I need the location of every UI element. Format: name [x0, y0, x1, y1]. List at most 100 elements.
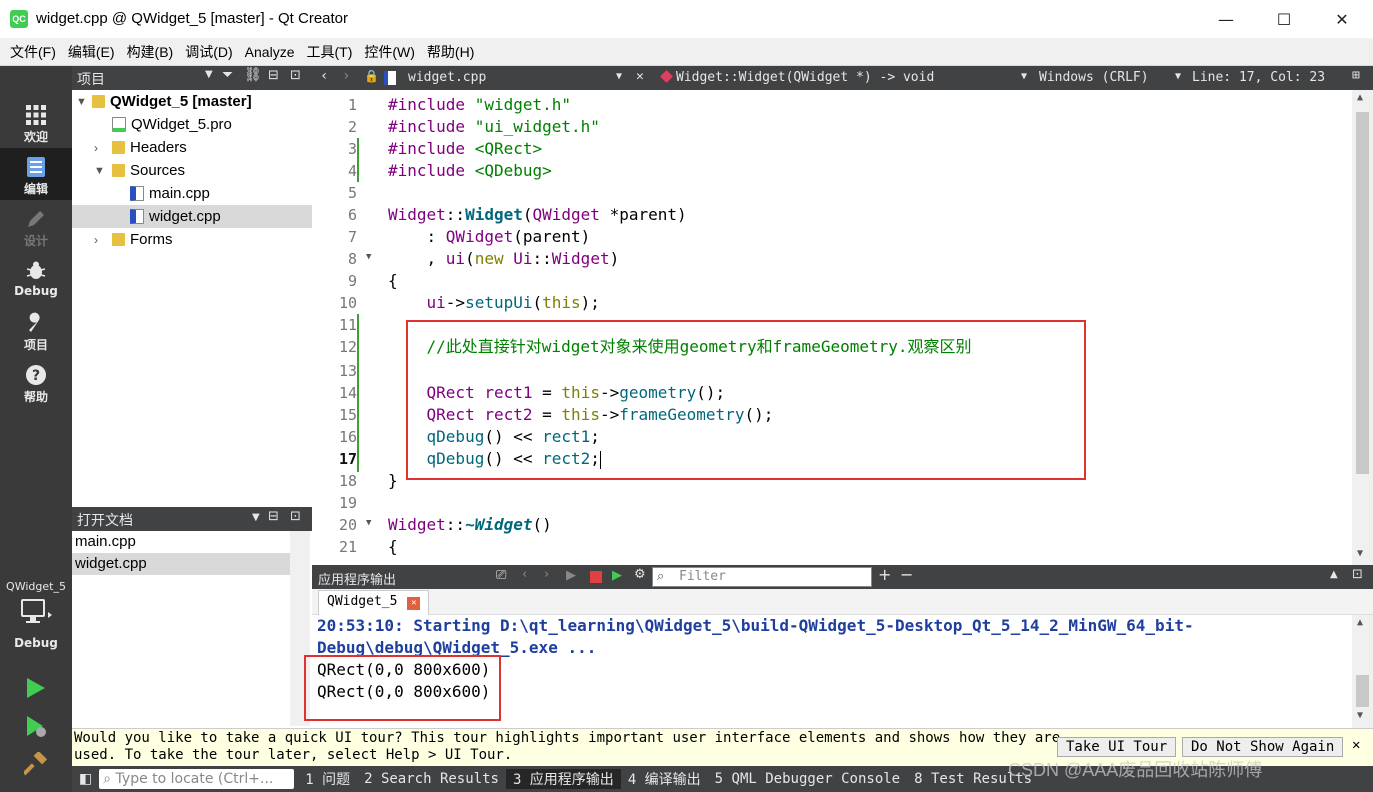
pane-button-application-output[interactable]: 3 应用程序输出 — [505, 769, 621, 789]
split-icon[interactable]: ⊞ — [1352, 68, 1360, 83]
cpp-file-icon — [130, 209, 144, 224]
scroll-down-arrow-icon[interactable]: ▼ — [1357, 710, 1363, 721]
previous-item-icon[interactable]: ‹ — [522, 567, 527, 582]
output-scrollbar[interactable]: ▲ ▼ — [1352, 615, 1373, 728]
menu-analyze[interactable]: Analyze — [239, 44, 301, 60]
settings-gear-icon[interactable]: ⚙ — [634, 567, 646, 582]
fold-arrow-icon[interactable]: ▼ — [366, 518, 371, 528]
collapsed-arrow-icon: › — [94, 232, 98, 247]
pane-button-search-results[interactable]: 2 Search Results — [357, 771, 506, 787]
menu-debug[interactable]: 调试(D) — [179, 42, 238, 62]
view-chooser-arrow-icon[interactable]: ▼ — [252, 512, 260, 523]
mode-projects[interactable]: 项目 — [0, 304, 72, 356]
do-not-show-again-button[interactable]: Do Not Show Again — [1182, 737, 1344, 757]
split-icon[interactable]: ⊟ — [268, 68, 279, 83]
wrench-icon — [29, 312, 40, 332]
current-file-name[interactable]: widget.cpp — [408, 70, 486, 85]
output-tab[interactable]: QWidget_5 ✕ — [318, 590, 430, 615]
line-number: 5 — [347, 184, 357, 202]
tree-item-widget-cpp[interactable]: widget.cpp — [72, 205, 312, 228]
open-document-item[interactable]: widget.cpp — [72, 553, 290, 575]
pane-button-issues[interactable]: 1 问题 — [298, 769, 357, 789]
menu-tools[interactable]: 工具(T) — [300, 42, 358, 62]
mode-selector: 欢迎 编辑 设计 Debug 项目 ? 帮助 QWidget_5 Debug — [0, 66, 72, 792]
tree-item-label: Headers — [130, 139, 187, 156]
run-button[interactable] — [24, 676, 48, 700]
locator-input[interactable]: ⌕ Type to locate (Ctrl+... — [99, 769, 295, 789]
menu-edit[interactable]: 编辑(E) — [62, 42, 121, 62]
link-icon[interactable]: ⛓ — [244, 67, 262, 83]
forward-arrow-icon[interactable]: › — [342, 68, 350, 84]
take-ui-tour-button[interactable]: Take UI Tour — [1057, 737, 1177, 757]
attach-debugger-icon[interactable]: ▶ — [612, 568, 622, 583]
close-tab-icon[interactable]: ✕ — [407, 597, 421, 610]
build-button[interactable] — [22, 750, 48, 776]
tree-item-label: widget.cpp — [149, 208, 221, 225]
scroll-down-arrow-icon[interactable]: ▼ — [1357, 548, 1363, 559]
open-document-item[interactable]: main.cpp — [72, 531, 290, 553]
scroll-up-arrow-icon[interactable]: ▲ — [1357, 92, 1363, 103]
tree-item-project[interactable]: ▼ QWidget_5 [master] — [72, 90, 312, 113]
menu-build[interactable]: 构建(B) — [121, 42, 180, 62]
monitor-icon — [21, 599, 52, 623]
editor-scrollbar[interactable]: ▲ ▼ — [1352, 90, 1373, 565]
maximize-pane-icon[interactable]: ▲ — [1330, 569, 1338, 580]
filter-icon[interactable]: ⏷ — [222, 67, 233, 83]
zoom-in-icon[interactable]: + — [878, 565, 891, 584]
mode-debug[interactable]: Debug — [0, 252, 72, 304]
file-dropdown-arrow-icon[interactable]: ▼ — [616, 71, 622, 82]
maximize-button[interactable]: ☐ — [1255, 0, 1313, 38]
mode-design[interactable]: 设计 — [0, 200, 72, 252]
close-button[interactable]: ✕ — [1313, 0, 1371, 38]
mode-help[interactable]: ? 帮助 — [0, 356, 72, 408]
zoom-out-icon[interactable]: − — [900, 565, 913, 584]
close-pane-icon[interactable]: ⊡ — [1352, 567, 1363, 582]
menu-file[interactable]: 文件(F) — [4, 42, 62, 62]
menu-window[interactable]: 控件(W) — [358, 42, 421, 62]
tree-item-sources[interactable]: ▼ Sources — [72, 159, 312, 182]
minimize-button[interactable]: — — [1197, 0, 1255, 38]
projects-panel-header: 项目 ▼ ⏷ ⛓ ⊟ ⊡ — [72, 66, 312, 90]
toggle-sidebar-icon[interactable]: ◧ — [72, 771, 99, 787]
close-pane-icon[interactable]: ⊡ — [290, 509, 301, 524]
line-endings-dropdown-arrow-icon[interactable]: ▼ — [1175, 71, 1181, 82]
stop-icon[interactable] — [590, 571, 602, 583]
mode-welcome[interactable]: 欢迎 — [0, 96, 72, 148]
menu-help[interactable]: 帮助(H) — [421, 42, 480, 62]
close-pane-icon[interactable]: ⊡ — [290, 68, 301, 83]
output-filter-input[interactable]: ⌕ Filter — [652, 567, 872, 587]
kit-selector[interactable] — [18, 598, 54, 626]
pane-button-compile-output[interactable]: 4 编译输出 — [621, 769, 708, 789]
open-documents-list: main.cpp widget.cpp — [72, 531, 312, 728]
pane-button-qml-debugger[interactable]: 5 QML Debugger Console — [708, 771, 907, 787]
code-line: Widget::Widget(QWidget *parent) — [388, 205, 687, 224]
fold-arrow-icon[interactable]: ▼ — [366, 252, 371, 262]
tree-item-headers[interactable]: › Headers — [72, 136, 312, 159]
back-arrow-icon[interactable]: ‹ — [320, 68, 328, 84]
scroll-up-arrow-icon[interactable]: ▲ — [1357, 617, 1363, 628]
close-document-icon[interactable]: ✕ — [636, 69, 644, 84]
view-chooser-arrow-icon[interactable]: ▼ — [205, 69, 213, 80]
application-output[interactable]: 20:53:10: Starting D:\qt_learning\QWidge… — [304, 615, 1373, 728]
split-icon[interactable]: ⊟ — [268, 509, 279, 524]
run-icon — [27, 678, 45, 698]
scrollbar-thumb[interactable] — [1356, 675, 1369, 707]
tree-item-main-cpp[interactable]: main.cpp — [72, 182, 312, 205]
line-number: 3 — [347, 140, 357, 158]
code-editor[interactable]: 1 2 3 4 6 5 7 8 9 10 11 12 13 14 15 16 1… — [312, 90, 1373, 565]
tree-item-forms[interactable]: › Forms — [72, 228, 312, 251]
line-endings[interactable]: Windows (CRLF) — [1039, 70, 1149, 85]
clear-output-icon[interactable]: ⎚ — [496, 568, 506, 583]
cursor-position[interactable]: Line: 17, Col: 23 — [1192, 70, 1325, 85]
current-symbol[interactable]: Widget::Widget(QWidget *) -> void — [676, 70, 934, 85]
tree-item-pro-file[interactable]: QWidget_5.pro — [72, 113, 312, 136]
scrollbar-thumb[interactable] — [1356, 112, 1369, 474]
bug-icon — [26, 261, 46, 279]
close-infobar-icon[interactable]: ✕ — [1352, 737, 1360, 753]
mode-edit[interactable]: 编辑 — [0, 148, 72, 200]
rerun-icon[interactable]: ▶ — [566, 568, 576, 583]
mode-debug-label: Debug — [14, 284, 58, 298]
next-item-icon[interactable]: › — [544, 567, 549, 582]
symbol-dropdown-arrow-icon[interactable]: ▼ — [1021, 71, 1027, 82]
debug-run-button[interactable] — [24, 714, 48, 738]
